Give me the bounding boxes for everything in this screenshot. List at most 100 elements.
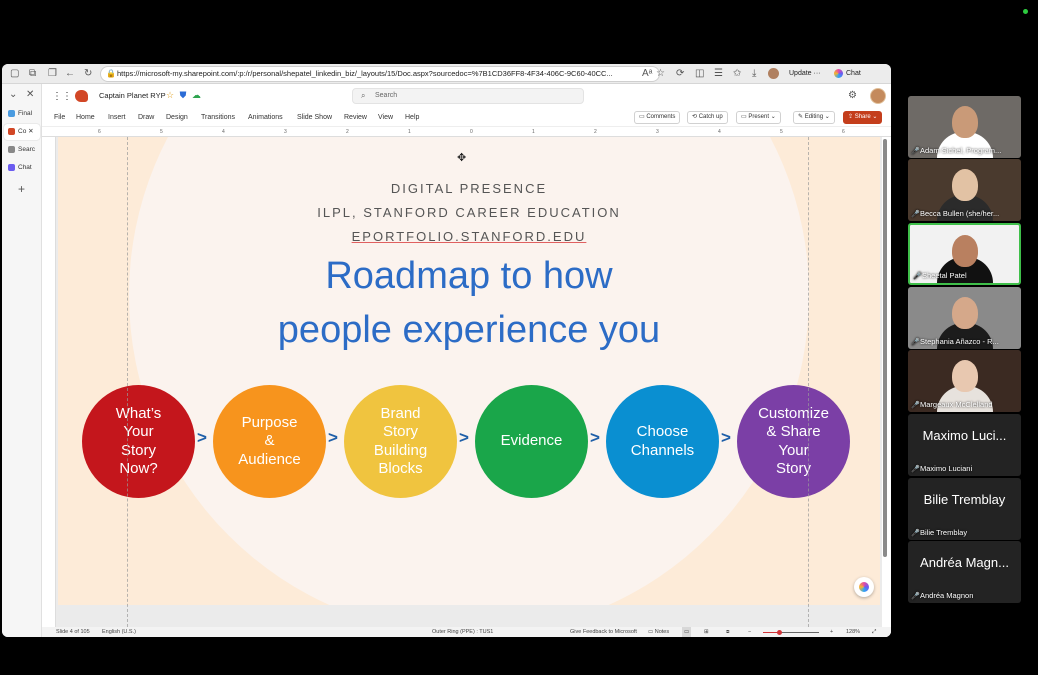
tab-actions-icon[interactable]: ▢ [10, 67, 19, 81]
ruler-number: 6 [842, 129, 845, 135]
comments-button[interactable]: ▭ Comments [634, 111, 681, 124]
workspaces-icon[interactable]: ❐ [48, 67, 57, 81]
read-aloud-icon[interactable]: Aᵃ [642, 67, 652, 81]
participant-name-label: 🎤Becca Bullen (she/her... [911, 209, 999, 219]
participant-tile[interactable]: Andréa Magn... 🎤Andréa Magnon [908, 541, 1021, 603]
user-avatar[interactable] [870, 88, 886, 104]
menu-design[interactable]: Design [166, 112, 188, 124]
address-bar[interactable]: 🔒 https://microsoft-my.sharepoint.com/:p… [100, 66, 660, 82]
menu-transitions[interactable]: Transitions [201, 112, 235, 124]
cloud-saved-icon[interactable]: ☁ [192, 90, 201, 100]
zoom-slider[interactable] [763, 630, 819, 635]
zoom-out-icon[interactable]: − [748, 627, 751, 637]
vertical-tab-strip: ⌄ ✕ Final Co ✕ Searc Chat + [2, 84, 42, 637]
participant-name: Bilie Tremblay [920, 528, 968, 537]
favorite-star-icon[interactable]: ☆ [166, 90, 174, 100]
favorite-star-icon[interactable]: ☆ [656, 67, 665, 81]
present-button[interactable]: ▭ Present ⌄ [736, 111, 781, 124]
muted-mic-icon: 🎤 [913, 273, 922, 280]
vertical-scrollbar[interactable] [883, 139, 887, 557]
slide-sorter-icon[interactable]: ⊞ [704, 627, 709, 637]
pin-icon[interactable]: ✕ [26, 88, 34, 102]
status-bar: Slide 4 of 105 English (U.S.) Outer Ring… [42, 627, 891, 637]
tab-favicon-icon [8, 145, 15, 153]
document-title[interactable]: Captain Planet RYP [99, 91, 166, 100]
menu-home[interactable]: Home [76, 112, 95, 124]
reading-view-icon[interactable]: ⧈ [726, 627, 730, 637]
star-list-icon[interactable]: ✩ [733, 67, 741, 81]
comments-label: Comments [646, 114, 676, 120]
slide-link[interactable]: EPORTFOLIO.STANFORD.EDU [58, 229, 880, 244]
ruler-number: 6 [98, 129, 101, 135]
menu-file[interactable]: File [54, 112, 65, 124]
roadmap-step-channels: Choose Channels [606, 385, 719, 498]
roadmap-step-evidence: Evidence [475, 385, 588, 498]
downloads-icon[interactable]: ⤓ [752, 67, 756, 81]
browser-tab-search[interactable]: Searc [4, 142, 40, 158]
participant-tile[interactable]: 🎤Becca Bullen (she/her... [908, 159, 1021, 221]
copilot-chat-button[interactable]: Chat [834, 67, 861, 81]
menu-draw[interactable]: Draw [138, 112, 154, 124]
participant-tile[interactable]: 🎤Stephania Añazco - R... [908, 287, 1021, 349]
participant-tile[interactable]: 🎤Adam Sichel, Program... [908, 96, 1021, 158]
participant-tile[interactable]: 🎤Sheetal Patel [908, 223, 1021, 285]
update-button[interactable]: Update ··· [789, 67, 821, 81]
slide-title-line2: people experience you [277, 309, 661, 351]
ruler-number: 4 [718, 129, 721, 135]
feedback-link[interactable]: Give Feedback to Microsoft [570, 627, 637, 637]
browser-tab-final[interactable]: Final [4, 106, 40, 122]
new-tab-plus-icon[interactable]: + [18, 182, 25, 196]
catch-up-button[interactable]: ⟲ Catch up [687, 111, 728, 124]
zoom-slider-thumb[interactable] [777, 630, 783, 635]
title-icons: ☆ ⛊ ☁ [166, 90, 201, 101]
back-icon[interactable]: ← [65, 67, 75, 81]
menu-review[interactable]: Review [344, 112, 367, 124]
muted-mic-icon: 🎤 [911, 593, 920, 600]
browser-tab-chat[interactable]: Chat [4, 160, 40, 176]
zoom-level[interactable]: 128% [846, 627, 860, 637]
participant-face [951, 106, 978, 138]
participant-display-name: Maximo Luci... [922, 428, 1007, 443]
roadmap-arrow: > [590, 428, 600, 447]
share-button[interactable]: ⇪ Share ⌄ [843, 111, 883, 124]
ruler-number: 2 [346, 129, 349, 135]
copilot-floating-button[interactable] [854, 577, 874, 597]
browser-tab-powerpoint[interactable]: Co ✕ [4, 124, 40, 140]
participant-tile[interactable]: Maximo Luci... 🎤Maximo Luciani [908, 414, 1021, 476]
share-label: Share [854, 114, 871, 120]
participant-tile[interactable]: 🎤Margeaux McClelland [908, 350, 1021, 412]
notes-button[interactable]: ▭ Notes [648, 627, 669, 637]
collapse-chevron-icon[interactable]: ⌄ [9, 88, 17, 102]
tab-label: Co [18, 128, 27, 135]
participant-name-label: 🎤Adam Sichel, Program... [911, 146, 1001, 156]
favorites-icon[interactable]: ☰ [714, 67, 723, 81]
menu-insert[interactable]: Insert [108, 112, 126, 124]
menu-slide-show[interactable]: Slide Show [297, 112, 332, 124]
eportfolio-link[interactable]: EPORTFOLIO.STANFORD.EDU [352, 229, 587, 244]
settings-gear-icon[interactable]: ⚙ [848, 90, 857, 101]
collections-icon[interactable]: ⧉ [29, 67, 36, 81]
shield-icon[interactable]: ⛊ [180, 90, 187, 100]
extensions-icon[interactable]: ⟳ [676, 67, 684, 81]
tab-label: Searc [18, 146, 35, 153]
roadmap-step-brand-story: Brand Story Building Blocks [344, 385, 457, 498]
search-input[interactable]: ⌕ Search [352, 88, 584, 104]
participant-name: Becca Bullen (she/her... [920, 209, 1000, 218]
participant-tile[interactable]: Bilie Tremblay 🎤Bilie Tremblay [908, 478, 1021, 540]
menu-help[interactable]: Help [405, 112, 419, 124]
fit-slide-icon[interactable]: ⤢ [872, 627, 876, 637]
menu-animations[interactable]: Animations [248, 112, 283, 124]
editing-mode-button[interactable]: ✎ Editing ⌄ [793, 111, 835, 124]
participant-name: Andréa Magnon [920, 591, 974, 600]
refresh-icon[interactable]: ↻ [84, 67, 92, 81]
normal-view-icon[interactable]: ▭ [682, 627, 692, 637]
slide[interactable]: ✥ DIGITAL PRESENCE ILPL, STANFORD CAREER… [58, 137, 880, 605]
slide-kicker-program: DIGITAL PRESENCE [390, 181, 548, 196]
slide-editing-canvas: ✥ DIGITAL PRESENCE ILPL, STANFORD CAREER… [56, 137, 882, 627]
muted-mic-icon: 🎤 [911, 148, 920, 155]
menu-view[interactable]: View [378, 112, 393, 124]
language-indicator[interactable]: English (U.S.) [102, 627, 136, 637]
profile-avatar[interactable] [768, 68, 779, 79]
split-screen-icon[interactable]: ◫ [695, 67, 704, 81]
zoom-in-icon[interactable]: + [830, 627, 833, 637]
